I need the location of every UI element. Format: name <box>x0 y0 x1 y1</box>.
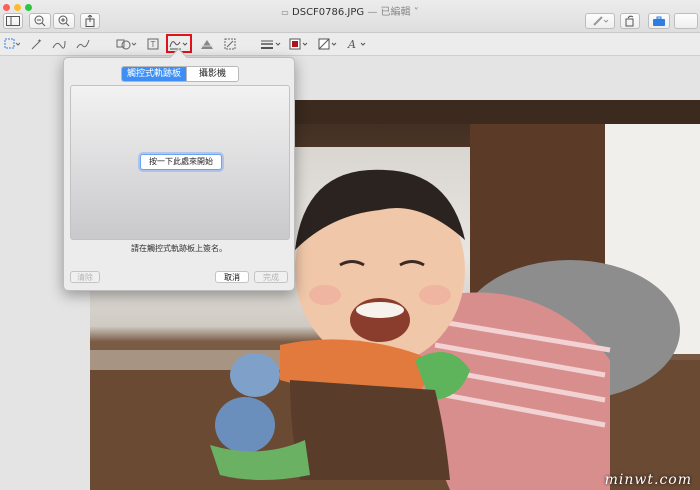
document-icon: ▭ <box>281 8 289 17</box>
shape-style-tool[interactable] <box>260 36 282 52</box>
border-color-tool[interactable] <box>289 36 309 52</box>
sign-hint-text: 請在觸控式軌跡板上簽名。 <box>131 244 227 253</box>
zoom-in-button[interactable] <box>53 13 75 29</box>
title-bar: ▭ DSCF0786.JPG — 已編輯 ˅ <box>0 0 700 33</box>
fill-color-icon <box>318 38 337 50</box>
rotate-icon <box>625 15 634 27</box>
toolbox-icon <box>653 16 665 26</box>
adjust-size-icon <box>224 38 236 50</box>
sidebar-button[interactable] <box>3 13 23 29</box>
markup-pen-icon <box>593 16 609 26</box>
adjust-color-tool[interactable] <box>200 36 214 52</box>
title-menu-chevron[interactable]: ˅ <box>414 7 419 18</box>
tab-trackpad[interactable]: 觸控式軌跡板 <box>122 67 187 81</box>
toolbox-button[interactable] <box>648 13 670 29</box>
text-style-icon: A <box>347 38 366 50</box>
draw-tool[interactable] <box>76 36 90 52</box>
markup-toolbar-button[interactable] <box>585 13 615 29</box>
adjust-size-tool[interactable] <box>224 36 236 52</box>
watermark: minwt.com <box>604 472 692 488</box>
text-icon: T <box>147 38 159 50</box>
zoom-out-button[interactable] <box>29 13 51 29</box>
draw-icon <box>76 39 90 49</box>
markup-toolbar: ✦ T A <box>0 33 700 56</box>
svg-text:T: T <box>151 40 156 49</box>
instant-alpha-icon: ✦ <box>31 38 42 50</box>
tab-camera[interactable]: 攝影機 <box>186 67 239 81</box>
rotate-button[interactable] <box>620 13 640 29</box>
edited-status: 已編輯 <box>380 7 411 18</box>
border-color-icon <box>289 38 308 50</box>
title-separator: — <box>367 7 378 18</box>
share-icon <box>85 15 95 27</box>
selection-tool[interactable] <box>4 36 20 52</box>
search-field[interactable] <box>674 13 698 29</box>
share-button[interactable] <box>80 13 100 29</box>
zoom-out-icon <box>34 15 46 27</box>
shapes-tool[interactable] <box>116 36 138 52</box>
svg-text:✦: ✦ <box>37 38 42 45</box>
trackpad-signature-area[interactable]: 按一下此處來開始 <box>70 85 290 240</box>
done-button[interactable]: 完成 <box>254 271 288 283</box>
cancel-button[interactable]: 取消 <box>215 271 249 283</box>
file-name: DSCF0786.JPG <box>292 7 365 18</box>
sidebar-icon <box>6 16 20 26</box>
sketch-icon <box>52 40 66 49</box>
text-tool[interactable]: T <box>147 36 159 52</box>
click-to-begin-button[interactable]: 按一下此處來開始 <box>140 154 222 170</box>
zoom-in-icon <box>58 15 70 27</box>
signature-sheet: 觸控式軌跡板 攝影機 按一下此處來開始 請在觸控式軌跡板上簽名。 清除 取消 完… <box>63 48 295 291</box>
clear-button[interactable]: 清除 <box>70 271 100 283</box>
text-style-tool[interactable]: A <box>347 36 367 52</box>
shapes-icon <box>116 39 137 50</box>
fill-color-tool[interactable] <box>318 36 338 52</box>
shape-style-icon <box>261 40 281 49</box>
instant-alpha-tool[interactable]: ✦ <box>30 36 42 52</box>
adjust-color-icon <box>201 40 213 49</box>
svg-text:A: A <box>347 38 356 50</box>
selection-icon <box>4 38 20 49</box>
source-segmented-control: 觸控式軌跡板 攝影機 <box>121 66 240 82</box>
sketch-tool[interactable] <box>52 36 66 52</box>
